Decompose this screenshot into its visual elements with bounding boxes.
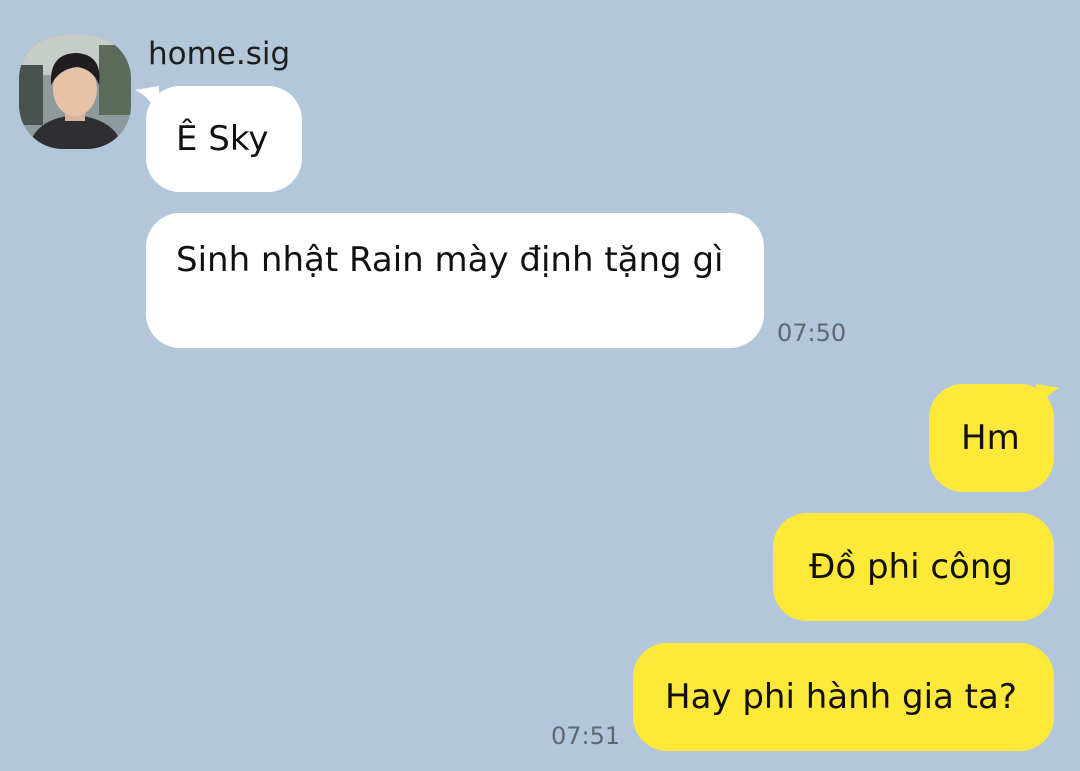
message-text: Sinh nhật Rain mày định tặng gì	[176, 240, 724, 280]
incoming-message-bubble[interactable]: Sinh nhật Rain mày định tặng gì	[146, 213, 764, 348]
message-text: Hm	[961, 418, 1020, 458]
outgoing-message-bubble[interactable]: Hm	[929, 384, 1054, 492]
message-text: Đồ phi công	[809, 547, 1013, 587]
incoming-message-bubble[interactable]: Ê Sky	[146, 86, 302, 192]
message-text: Hay phi hành gia ta?	[665, 677, 1017, 717]
message-timestamp: 07:51	[551, 722, 621, 750]
profile-photo-icon	[19, 35, 131, 149]
outgoing-message-bubble[interactable]: Đồ phi công	[773, 513, 1054, 621]
contact-name: home.sig	[148, 36, 291, 72]
contact-avatar[interactable]	[19, 35, 131, 149]
message-text: Ê Sky	[176, 119, 269, 159]
message-timestamp: 07:50	[777, 319, 847, 347]
outgoing-message-bubble[interactable]: Hay phi hành gia ta?	[633, 643, 1054, 751]
